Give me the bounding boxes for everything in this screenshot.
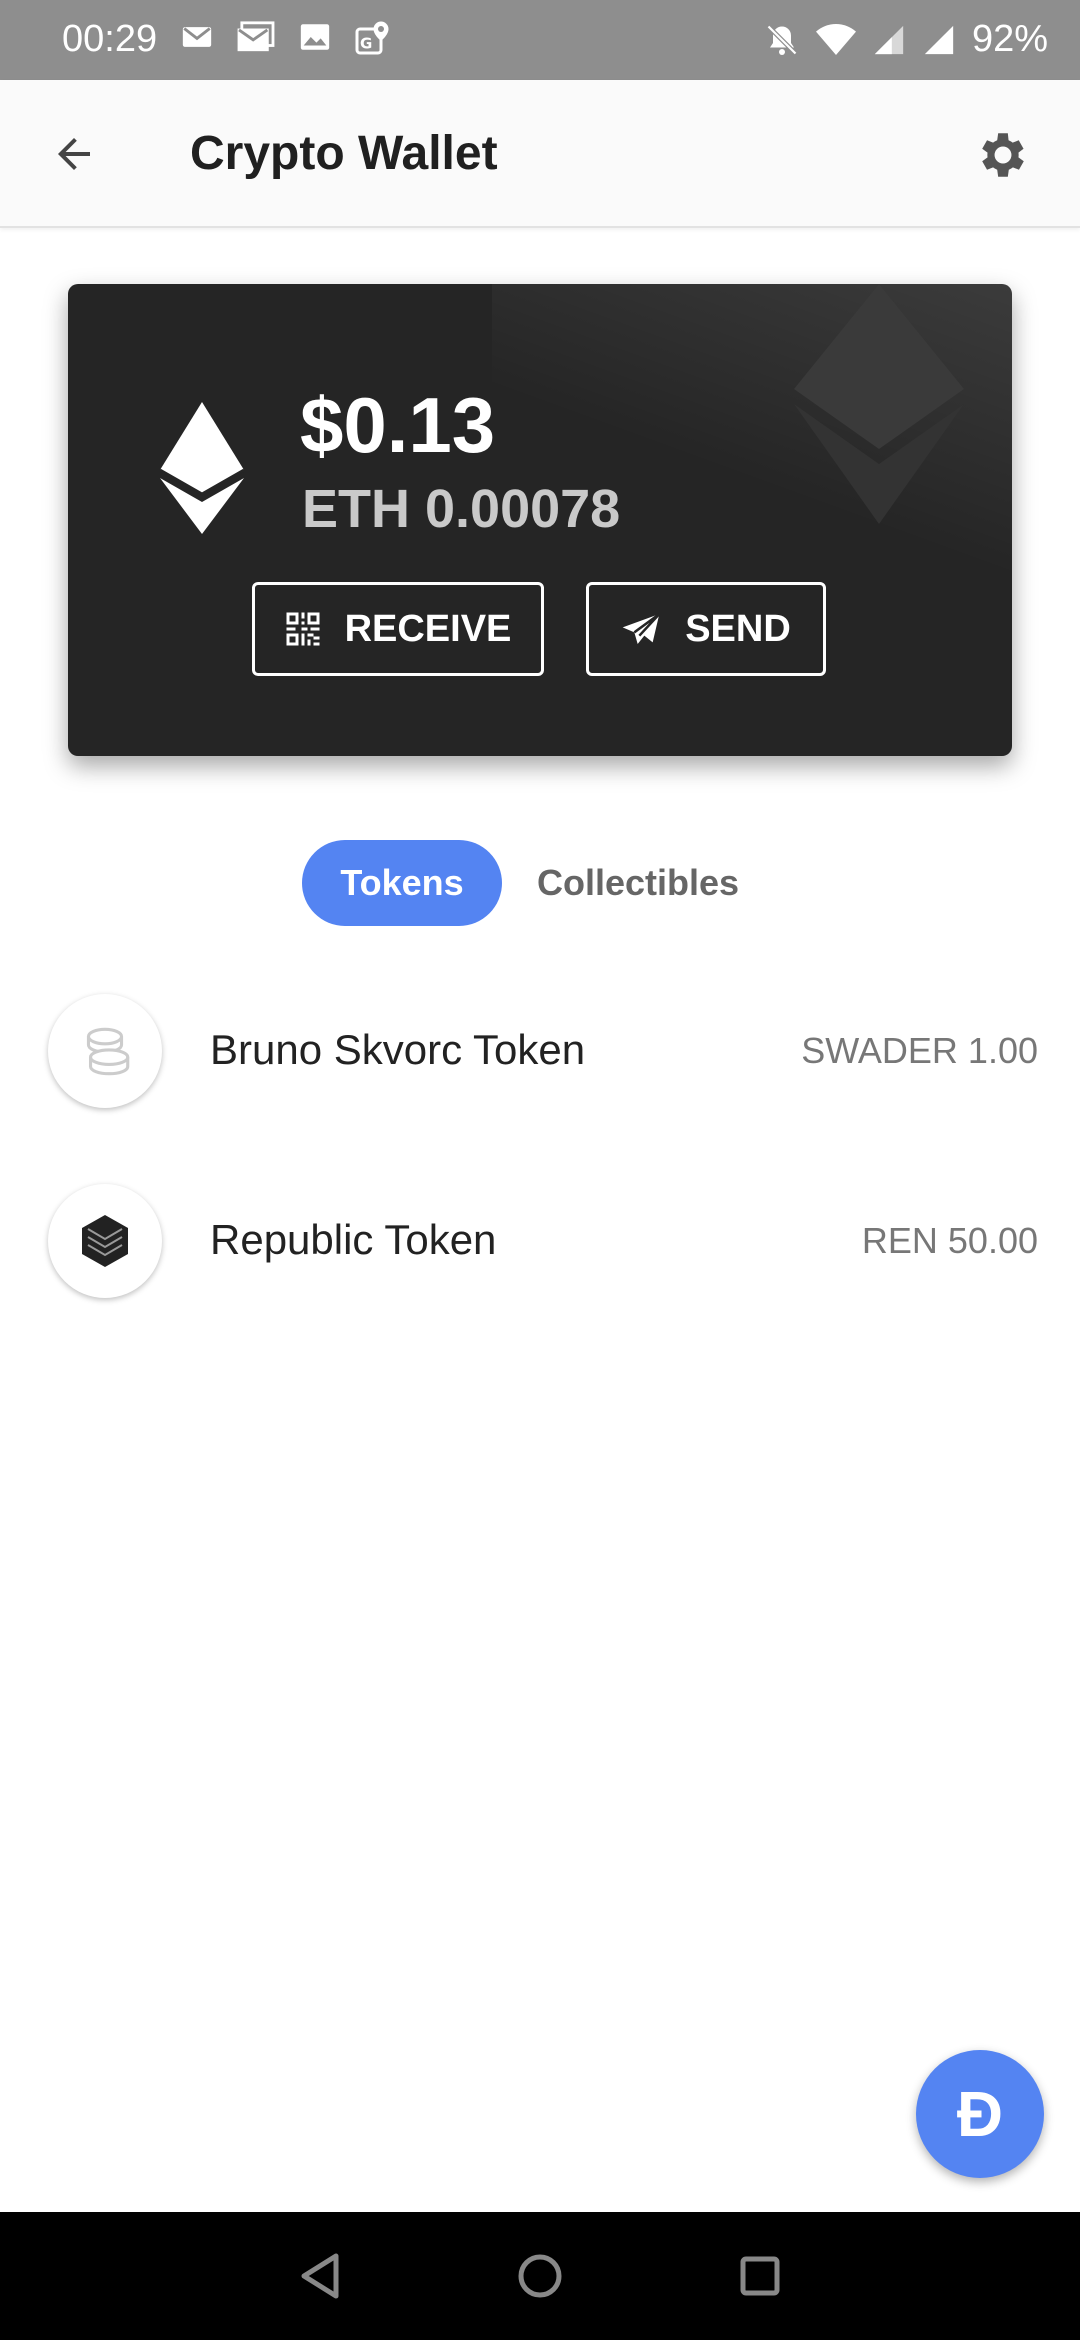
status-right: 92% xyxy=(764,18,1048,61)
circle-home-icon xyxy=(518,2254,562,2298)
signal-icon xyxy=(874,25,904,54)
nav-back-button[interactable] xyxy=(285,2241,355,2311)
token-row[interactable]: Bruno Skvorc Token SWADER 1.00 xyxy=(0,982,1080,1122)
mail-icon xyxy=(182,27,212,47)
token-balance: REN 50.00 xyxy=(861,1220,1038,1261)
token-avatar xyxy=(48,1184,162,1298)
send-button[interactable]: SEND xyxy=(586,582,826,676)
wifi-icon xyxy=(815,23,856,55)
dapp-browser-button[interactable]: Đ xyxy=(916,2050,1044,2178)
ethereum-icon xyxy=(160,402,244,534)
back-button[interactable] xyxy=(44,124,104,184)
token-row[interactable]: Republic Token REN 50.00 xyxy=(0,1172,1080,1312)
wallet-card: $0.13 ETH 0.00078 RECEIVE SEND xyxy=(68,284,1012,756)
token-name: Bruno Skvorc Token xyxy=(210,1026,586,1073)
token-name: Republic Token xyxy=(210,1216,497,1263)
page-title: Crypto Wallet xyxy=(190,127,498,180)
battery-level: 92% xyxy=(971,18,1048,60)
app-bar: Crypto Wallet xyxy=(0,80,1080,228)
gear-icon xyxy=(982,133,1024,177)
maps-icon: G xyxy=(355,21,389,55)
republic-logo-icon xyxy=(82,1215,128,1267)
signal-icon xyxy=(924,25,954,54)
eth-balance: ETH 0.00078 xyxy=(302,479,621,539)
qr-code-icon xyxy=(286,612,320,646)
square-recents-icon xyxy=(740,2256,780,2296)
system-nav-bar xyxy=(0,2212,1080,2340)
token-avatar xyxy=(48,994,162,1108)
image-icon xyxy=(300,24,330,50)
token-balance: SWADER 1.00 xyxy=(801,1030,1038,1071)
nav-recents-button[interactable] xyxy=(725,2241,795,2311)
send-label: SEND xyxy=(685,607,791,650)
status-bar: 00:29 G 92% xyxy=(0,0,1080,80)
notification-icons: G xyxy=(180,20,390,56)
nav-home-button[interactable] xyxy=(505,2241,575,2311)
receive-label: RECEIVE xyxy=(344,607,512,650)
arrow-left-icon xyxy=(58,138,90,170)
ethereum-watermark-icon xyxy=(794,284,964,524)
tab-collectibles[interactable]: Collectibles xyxy=(520,840,756,926)
settings-button[interactable] xyxy=(970,122,1036,188)
paper-plane-icon xyxy=(622,612,661,644)
fiat-balance: $0.13 xyxy=(300,381,496,469)
triangle-back-icon xyxy=(301,2253,339,2299)
coins-icon xyxy=(86,1027,130,1076)
tab-tokens[interactable]: Tokens xyxy=(302,840,502,926)
status-time: 00:29 xyxy=(62,18,158,60)
receive-button[interactable]: RECEIVE xyxy=(252,582,544,676)
svg-text:G: G xyxy=(360,35,372,53)
gmail-icon xyxy=(237,21,275,52)
dnd-off-icon xyxy=(766,24,798,55)
